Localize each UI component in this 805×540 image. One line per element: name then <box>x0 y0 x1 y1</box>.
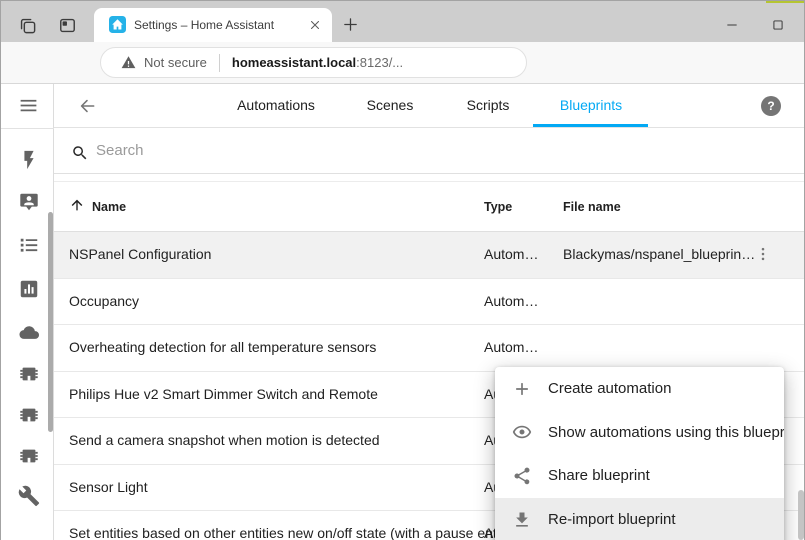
table-row[interactable]: NSPanel Configuration Autom… Blackymas/n… <box>54 232 805 279</box>
context-menu: Create automation Show automations using… <box>495 367 784 540</box>
wrench-icon[interactable] <box>18 485 40 507</box>
browser-toolbar: Not secure homeassistant.local:8123/... <box>0 42 805 84</box>
search-icon <box>71 144 89 162</box>
workspaces-icon[interactable] <box>18 16 37 35</box>
close-tab-icon[interactable] <box>308 18 322 32</box>
browser-tab[interactable]: Settings – Home Assistant <box>94 8 332 42</box>
row-name: Philips Hue v2 Smart Dimmer Switch and R… <box>69 372 378 417</box>
column-header-name[interactable]: Name <box>92 182 126 232</box>
active-tab-underline <box>533 124 648 127</box>
tab-blueprints[interactable]: Blueprints <box>560 84 622 127</box>
maximize-icon[interactable] <box>771 18 785 32</box>
search-input[interactable] <box>96 128 496 173</box>
row-type: Autom… <box>484 325 538 370</box>
menu-item-label: Show automations using this blueprint <box>548 424 784 441</box>
row-name: Occupancy <box>69 279 139 324</box>
account-badge-icon[interactable] <box>18 191 40 213</box>
security-label: Not secure <box>144 55 207 70</box>
url-host: homeassistant.local <box>232 55 356 70</box>
row-name: Set entities based on other entities new… <box>69 511 515 540</box>
screen-edge-artifact <box>766 0 805 3</box>
row-name: Sensor Light <box>69 465 148 510</box>
tab-automations[interactable]: Automations <box>237 84 315 127</box>
column-header-type[interactable]: Type <box>484 182 512 232</box>
minimize-icon[interactable] <box>725 18 739 32</box>
row-file: Blackymas/nspanel_blueprin… <box>563 232 755 277</box>
home-assistant-favicon <box>109 16 126 33</box>
warning-icon[interactable] <box>121 55 136 70</box>
table-row[interactable]: Overheating detection for all temperatur… <box>54 325 805 372</box>
browser-window: Settings – Home Assistant <box>0 0 805 540</box>
sidebar-scrollbar[interactable] <box>48 212 53 432</box>
menu-item-label: Create automation <box>548 380 671 397</box>
menu-item-label: Share blueprint <box>548 467 650 484</box>
tab-title: Settings – Home Assistant <box>134 8 274 42</box>
sort-ascending-icon[interactable] <box>69 197 85 213</box>
tab-scenes[interactable]: Scenes <box>367 84 414 127</box>
new-tab-icon[interactable] <box>342 16 359 33</box>
menu-item-share-blueprint[interactable]: Share blueprint <box>495 454 784 498</box>
menu-item-show-automations[interactable]: Show automations using this blueprint <box>495 411 784 455</box>
chip-icon[interactable] <box>18 363 40 385</box>
search-bar <box>54 128 805 174</box>
tab-scripts[interactable]: Scripts <box>467 84 510 127</box>
sidebar-divider <box>0 128 54 129</box>
row-type: Autom… <box>484 279 538 324</box>
list-icon[interactable] <box>18 234 40 256</box>
download-icon <box>512 510 532 530</box>
row-name: Overheating detection for all temperatur… <box>69 325 376 370</box>
chart-box-icon[interactable] <box>18 278 40 300</box>
menu-item-reimport-blueprint[interactable]: Re-import blueprint <box>495 498 784 540</box>
row-name: Send a camera snapshot when motion is de… <box>69 418 380 463</box>
row-name: NSPanel Configuration <box>69 232 211 277</box>
home-assistant-app: Automations Scenes Scripts Blueprints ? … <box>0 84 805 540</box>
browser-tab-strip: Settings – Home Assistant <box>0 0 805 42</box>
row-menu-button[interactable] <box>754 245 772 263</box>
row-type: Autom… <box>484 232 538 277</box>
menu-item-label: Re-import blueprint <box>548 511 676 528</box>
table-row[interactable]: Occupancy Autom… <box>54 279 805 326</box>
address-divider <box>219 54 220 72</box>
menu-icon[interactable] <box>18 95 39 116</box>
address-bar[interactable]: Not secure homeassistant.local:8123/... <box>100 47 527 78</box>
column-header-file[interactable]: File name <box>563 182 621 232</box>
ha-back-icon[interactable] <box>77 96 97 116</box>
plus-icon <box>512 379 532 399</box>
help-icon[interactable]: ? <box>761 96 781 116</box>
table-header: Name Type File name <box>54 182 805 232</box>
menu-item-create-automation[interactable]: Create automation <box>495 367 784 411</box>
flash-icon[interactable] <box>18 149 40 171</box>
tab-actions-icon[interactable] <box>58 16 77 35</box>
chip-icon[interactable] <box>18 404 40 426</box>
sidebar <box>0 84 54 540</box>
chip-icon[interactable] <box>18 445 40 467</box>
page-scrollbar[interactable] <box>798 490 804 540</box>
app-header: Automations Scenes Scripts Blueprints ? <box>54 84 805 128</box>
share-icon <box>512 466 532 486</box>
eye-icon <box>512 422 532 442</box>
url-path: :8123/... <box>356 55 403 70</box>
cloud-icon[interactable] <box>18 321 40 343</box>
